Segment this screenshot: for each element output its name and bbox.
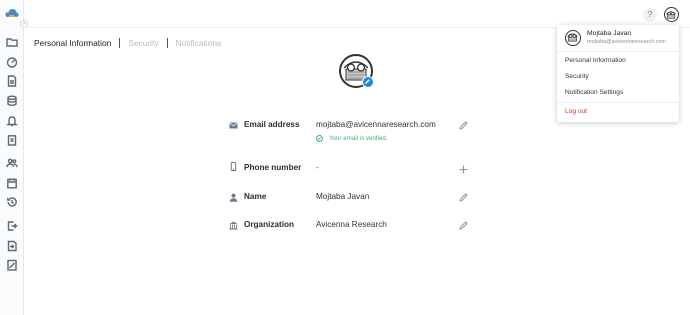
- add-phone-button[interactable]: [458, 164, 469, 175]
- menu-divider: [557, 51, 679, 52]
- tab-security[interactable]: Security: [128, 38, 158, 48]
- name-label: Name: [244, 192, 267, 201]
- email-verified-text: Your email is verified.: [329, 135, 388, 142]
- phone-label: Phone number: [244, 163, 302, 172]
- menu-item-personal-information[interactable]: Personal Information: [565, 57, 626, 64]
- avatar-image: [666, 11, 676, 19]
- user-avatar-button[interactable]: [664, 7, 679, 22]
- mail-icon: [229, 122, 238, 129]
- check-circle-icon: [316, 135, 323, 142]
- menu-user-name: Mojtaba Javan: [587, 30, 632, 37]
- tab-divider: [166, 38, 168, 48]
- help-button[interactable]: ?: [643, 8, 657, 22]
- bank-icon: [229, 221, 238, 230]
- bell-icon[interactable]: [6, 114, 18, 127]
- users-icon[interactable]: [6, 156, 18, 168]
- sidebar: ›: [0, 0, 28, 315]
- change-photo-button[interactable]: [362, 76, 374, 88]
- report-icon[interactable]: [6, 258, 18, 271]
- login-icon[interactable]: [6, 239, 18, 252]
- database-icon[interactable]: [6, 94, 18, 107]
- phone-value: -: [316, 163, 319, 172]
- menu-divider: [557, 102, 679, 103]
- tab-notifications[interactable]: Notifications: [176, 38, 222, 48]
- document-icon[interactable]: [6, 74, 18, 87]
- clipboard-icon[interactable]: [6, 133, 18, 146]
- edit-name-button[interactable]: [458, 192, 469, 203]
- email-value: mojtaba@avicennaresearch.com: [316, 120, 436, 129]
- pencil-icon: [365, 79, 370, 84]
- edit-organization-button[interactable]: [458, 220, 469, 231]
- organization-label: Organization: [244, 220, 295, 229]
- tab-personal-information[interactable]: Personal Information: [34, 38, 111, 48]
- profile-tabs: Personal Information Security Notificati…: [34, 37, 221, 49]
- menu-item-security[interactable]: Security: [565, 73, 589, 80]
- phone-icon: [230, 162, 237, 171]
- calendar-icon[interactable]: [6, 176, 18, 189]
- email-label: Email address: [244, 120, 300, 129]
- person-icon: [229, 193, 238, 202]
- avatar-image: [567, 33, 578, 42]
- menu-item-notification-settings[interactable]: Notification Settings: [565, 89, 623, 96]
- organization-value: Avicenna Research: [316, 220, 387, 229]
- avatar: [565, 30, 581, 46]
- history-icon[interactable]: [6, 195, 18, 207]
- export-icon[interactable]: [6, 219, 18, 231]
- tab-divider: [119, 38, 121, 48]
- name-value: Mojtaba Javan: [316, 192, 370, 201]
- edit-email-button[interactable]: [458, 120, 469, 131]
- email-verified-status: Your email is verified.: [316, 135, 388, 142]
- logout-button[interactable]: Log out: [565, 108, 587, 115]
- user-menu-dropdown: Mojtaba Javan mojtaba@avicennaresearch.c…: [557, 25, 679, 122]
- cloud-logo-icon[interactable]: [5, 8, 19, 19]
- folder-icon[interactable]: [6, 35, 18, 47]
- dashboard-icon[interactable]: [6, 55, 18, 68]
- menu-user-email: mojtaba@avicennaresearch.com: [587, 39, 666, 45]
